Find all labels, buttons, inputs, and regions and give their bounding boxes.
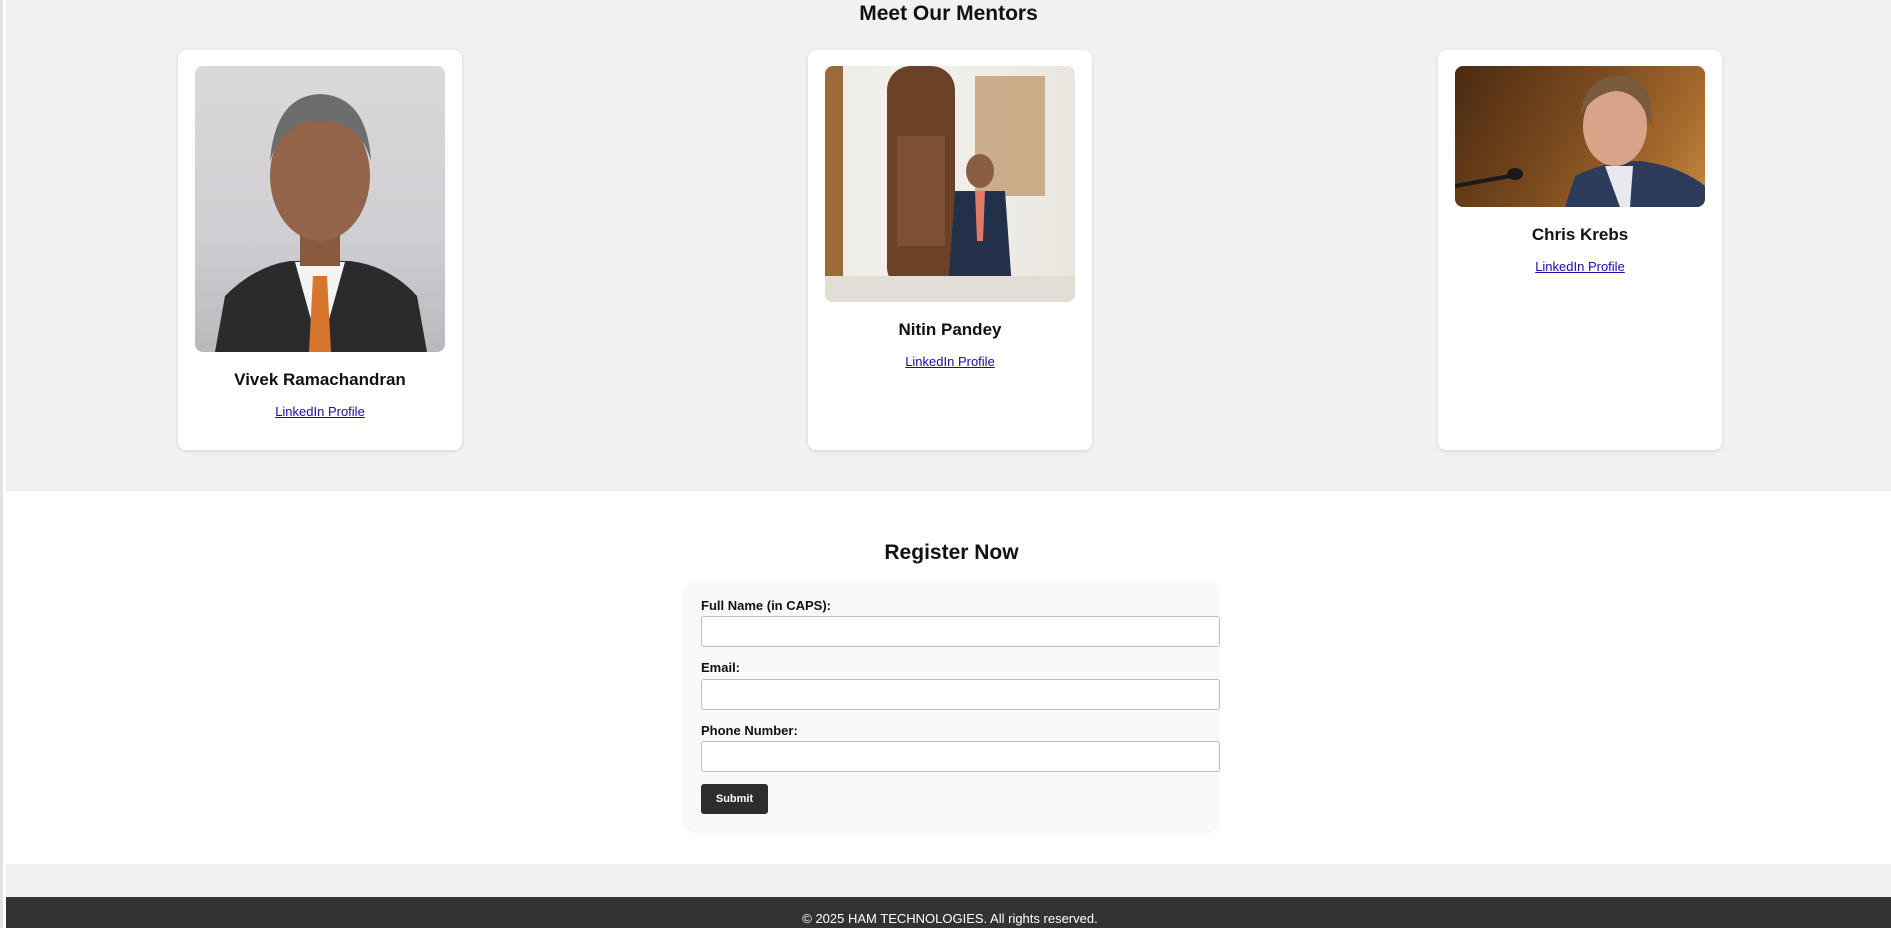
mentor-card: Vivek Ramachandran LinkedIn Profile [178, 50, 462, 450]
submit-button[interactable]: Submit [701, 784, 768, 814]
portrait-illustration [825, 66, 1075, 302]
portrait-illustration [1455, 75, 1705, 207]
registration-form: Full Name (in CAPS): Email: Phone Number… [685, 582, 1220, 830]
portrait-illustration [215, 94, 427, 352]
linkedin-link[interactable]: LinkedIn Profile [275, 404, 365, 419]
mentor-name: Vivek Ramachandran [234, 370, 406, 389]
mentor-name: Chris Krebs [1531, 225, 1629, 244]
page: Meet Our Mentors Vivek Ramachandran Link… [0, 0, 1891, 928]
register-title: Register Now [884, 541, 1019, 564]
mentors-title: Meet Our Mentors [859, 2, 1038, 25]
mentor-photo [1455, 66, 1705, 207]
mentor-name: Nitin Pandey [898, 320, 1002, 339]
mentor-card: Nitin Pandey LinkedIn Profile [808, 50, 1092, 450]
footer-copyright: © 2025 HAM TECHNOLOGIES. All rights rese… [802, 911, 1098, 926]
full-name-label: Full Name (in CAPS): [701, 598, 832, 613]
linkedin-link[interactable]: LinkedIn Profile [905, 354, 995, 369]
phone-label: Phone Number: [701, 723, 798, 738]
email-label: Email: [701, 660, 741, 675]
section-divider [6, 864, 1891, 897]
mentor-card: Chris Krebs LinkedIn Profile [1438, 50, 1722, 450]
mentor-photo [825, 66, 1075, 302]
full-name-input[interactable] [701, 616, 1220, 647]
phone-input[interactable] [701, 741, 1220, 772]
linkedin-link[interactable]: LinkedIn Profile [1535, 259, 1625, 274]
mentor-photo [195, 66, 445, 352]
footer: © 2025 HAM TECHNOLOGIES. All rights rese… [6, 897, 1891, 928]
email-input[interactable] [701, 679, 1220, 710]
